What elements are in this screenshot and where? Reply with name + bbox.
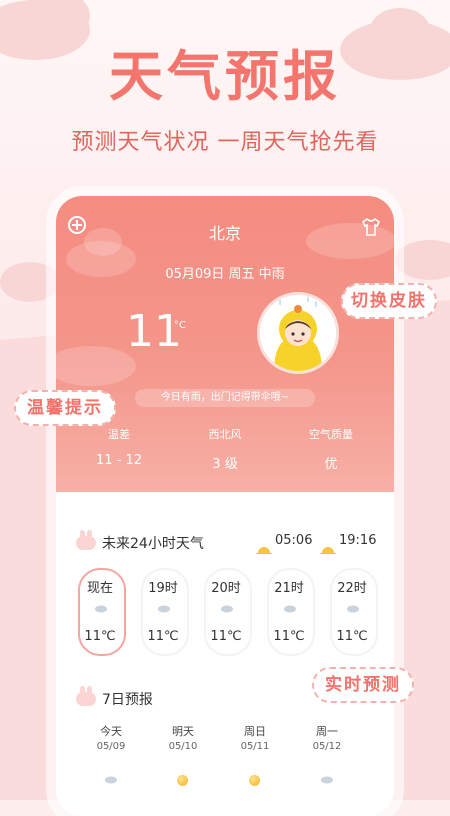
temperature-unit: °C [174,320,186,331]
weather-header: 北京 05月09日 周五 中雨 11 °C 今日有雨，出门记得带伞哦~ 温差 西 [56,196,394,492]
sunset-icon [320,539,336,554]
skin-sticker: 切换皮肤 [341,283,437,319]
cloud-icon [321,776,333,784]
rain-cloud-icon [158,605,170,613]
sunset-time: 19:16 [339,533,377,548]
rain-cloud-icon [347,605,359,613]
phone-screen: 北京 05月09日 周五 中雨 11 °C 今日有雨，出门记得带伞哦~ 温差 西 [56,196,394,816]
day-date: 05/11 [240,741,270,752]
day-date: 05/10 [168,741,198,752]
temp-range-label: 温差 [108,428,130,441]
cloud-decoration [56,346,136,386]
air-quality-label: 空气质量 [309,428,353,441]
sunrise-time: 05:06 [275,533,313,548]
day-name: 周一 [316,725,338,738]
rain-cloud-icon [221,605,233,613]
bunny-icon [76,686,96,706]
hour-temp: 11℃ [147,629,179,644]
hour-temp: 11℃ [210,629,242,644]
day-name: 今天 [100,725,122,738]
hour-temp: 11℃ [84,629,116,644]
hourly-title: 未来24小时天气 [102,536,204,552]
sun-icon [249,775,260,786]
hour-label: 现在 [86,581,113,596]
subheadline: 预测天气状况 一周天气抢先看 [71,130,379,155]
day-name: 周日 [244,725,266,738]
rain-cloud-icon [284,605,296,613]
sun-icon [177,775,188,786]
rain-cloud-icon [95,605,107,613]
wind-value: 3 级 [212,457,238,472]
skin-avatar[interactable] [257,292,339,374]
temp-range-value: 11 - 12 [95,453,143,468]
hour-label: 21时 [274,581,304,596]
wind-label: 西北风 [208,428,242,441]
rain-cloud-icon [105,776,117,784]
bunny-icon [76,530,96,550]
day-name: 明天 [172,725,194,738]
hour-label: 20时 [211,581,241,596]
sunrise-icon [256,539,272,554]
hour-label: 19时 [148,581,178,596]
day-date: 05/09 [96,741,126,752]
hour-label: 22时 [337,581,367,596]
weekly-title: 7日预报 [102,692,153,708]
hour-temp: 11℃ [273,629,305,644]
current-temperature: 11 [126,306,182,357]
realtime-sticker: 实时预测 [312,667,414,703]
headline: 天气预报 [109,45,341,108]
reminder-sticker: 温馨提示 [14,390,116,426]
tip-banner: 今日有雨，出门记得带伞哦~ [135,389,315,407]
date-condition: 05月09日 周五 中雨 [165,267,285,282]
air-quality-value: 优 [324,457,338,472]
city-name[interactable]: 北京 [56,220,394,244]
cloud-decoration [0,262,60,302]
hour-temp: 11℃ [336,629,368,644]
day-date: 05/12 [312,741,342,752]
